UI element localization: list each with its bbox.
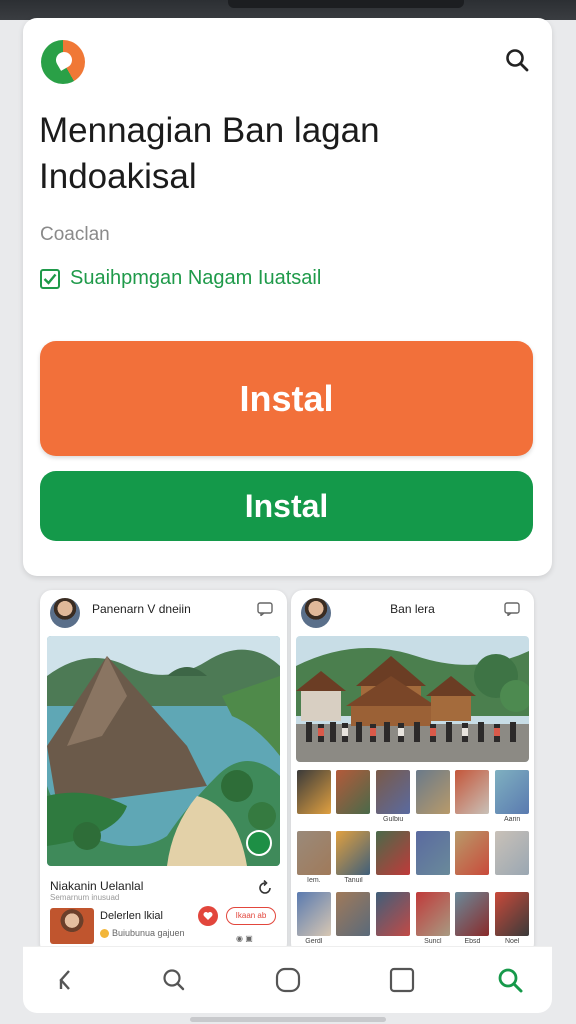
grid-photo-item[interactable]: Ebsd bbox=[455, 892, 491, 947]
avatar[interactable] bbox=[50, 598, 80, 628]
consent-checkbox-row[interactable]: Suaihpmgan Nagam Iuatsail bbox=[40, 267, 321, 290]
page-subtitle: Coaclan bbox=[40, 224, 110, 245]
preview-card-right[interactable]: Ban lera Gulbiu Aarin Iem. Tanuil Gerdl … bbox=[291, 590, 534, 955]
grid-thumbnail bbox=[336, 892, 371, 936]
grid-thumbnail bbox=[376, 892, 411, 936]
island-landscape-image bbox=[47, 636, 280, 866]
card-author: Ban lera bbox=[390, 602, 435, 616]
grid-photo-item[interactable] bbox=[455, 831, 491, 886]
chat-icon[interactable] bbox=[504, 602, 520, 616]
logo-leaf-icon bbox=[53, 49, 75, 71]
search-icon bbox=[506, 49, 529, 72]
like-button[interactable] bbox=[198, 906, 218, 926]
avatar[interactable] bbox=[50, 908, 94, 944]
grid-thumbnail bbox=[455, 892, 490, 936]
nav-back[interactable] bbox=[49, 963, 83, 997]
grid-label: Tanuil bbox=[344, 877, 363, 884]
grid-photo-item[interactable] bbox=[494, 831, 530, 886]
grid-photo-item[interactable]: Suncl bbox=[415, 892, 451, 947]
grid-thumbnail bbox=[376, 770, 411, 814]
grid-thumbnail bbox=[376, 831, 411, 875]
island-photo[interactable] bbox=[47, 636, 280, 866]
card-author: Panenarn V dneiin bbox=[92, 602, 191, 616]
nav-discover[interactable] bbox=[493, 963, 527, 997]
recents-square-icon bbox=[389, 967, 415, 993]
check-icon bbox=[43, 273, 57, 285]
more-icon[interactable]: ◉ ▣ bbox=[236, 934, 253, 943]
grid-thumbnail bbox=[296, 770, 331, 814]
back-icon bbox=[59, 970, 70, 990]
comment-author: Delerlen lkial bbox=[100, 910, 163, 922]
grid-thumbnail bbox=[296, 831, 331, 875]
grid-photo-item[interactable] bbox=[415, 831, 451, 886]
install-primary-button[interactable]: Instal bbox=[40, 341, 533, 456]
comment-row[interactable]: Delerlen lkial Buiubunua gajuen Ikaan ab… bbox=[50, 906, 279, 946]
caption-subtitle: Semarnum inusuad bbox=[50, 893, 120, 902]
nav-recents[interactable] bbox=[385, 963, 419, 997]
card-header: Panenarn V dneiin bbox=[40, 590, 287, 634]
heart-icon bbox=[203, 912, 213, 920]
photo-grid: Gulbiu Aarin Iem. Tanuil Gerdl Suncl Ebsd Noel bbox=[296, 770, 530, 947]
grid-thumbnail bbox=[495, 892, 530, 936]
refresh-icon[interactable] bbox=[257, 880, 273, 896]
grid-thumbnail bbox=[455, 770, 490, 814]
grid-photo-item[interactable] bbox=[415, 770, 451, 825]
grid-thumbnail bbox=[495, 770, 530, 814]
grid-photo-item[interactable] bbox=[336, 892, 372, 947]
grid-label: Suncl bbox=[424, 938, 442, 945]
caption-title: Niakanin Uelanlal bbox=[50, 879, 144, 893]
grid-photo-item[interactable] bbox=[375, 831, 411, 886]
grid-thumbnail bbox=[415, 892, 450, 936]
consent-label: Suaihpmgan Nagam Iuatsail bbox=[70, 267, 322, 289]
grid-photo-item[interactable]: Aarin bbox=[494, 770, 530, 825]
search-outline-icon bbox=[163, 969, 185, 991]
grid-photo-item[interactable]: Noel bbox=[494, 892, 530, 947]
grid-label: Gulbiu bbox=[383, 816, 404, 823]
follow-button[interactable]: Ikaan ab bbox=[226, 907, 276, 925]
grid-thumbnail bbox=[455, 831, 490, 875]
temple-photo[interactable] bbox=[296, 636, 529, 762]
status-notch bbox=[228, 0, 464, 8]
status-bar bbox=[0, 0, 576, 20]
grid-label: Iem. bbox=[307, 877, 321, 884]
preview-card-left[interactable]: Panenarn V dneiin Niakanin Uelanlal Sema… bbox=[40, 590, 287, 955]
install-secondary-button[interactable]: Instal bbox=[40, 471, 533, 541]
grid-photo-item[interactable]: Gerdl bbox=[296, 892, 332, 947]
search-button[interactable] bbox=[501, 44, 533, 76]
chat-icon[interactable] bbox=[257, 602, 273, 616]
nav-home[interactable] bbox=[271, 963, 305, 997]
grid-label: Noel bbox=[504, 938, 520, 945]
grid-photo-item[interactable] bbox=[455, 770, 491, 825]
grid-photo-item[interactable]: Gulbiu bbox=[375, 770, 411, 825]
grid-thumbnail bbox=[336, 831, 371, 875]
grid-thumbnail bbox=[495, 831, 530, 875]
grid-label: Gerdl bbox=[305, 938, 323, 945]
grid-thumbnail bbox=[296, 892, 331, 936]
home-circle-icon bbox=[275, 967, 301, 993]
card-header: Ban lera bbox=[291, 590, 534, 634]
temple-gathering-image bbox=[296, 636, 529, 762]
app-logo bbox=[41, 40, 85, 84]
comment-text: Buiubunua gajuen bbox=[112, 928, 185, 938]
search-active-icon bbox=[498, 968, 523, 993]
photo-action-badge[interactable] bbox=[246, 830, 272, 856]
grid-label: Aarin bbox=[503, 816, 521, 823]
nav-search[interactable] bbox=[157, 963, 191, 997]
app-header-panel: Mennagian Ban lagan Indoakisal Coaclan S… bbox=[23, 18, 552, 576]
grid-thumbnail bbox=[415, 831, 450, 875]
grid-photo-item[interactable] bbox=[375, 892, 411, 947]
home-indicator[interactable] bbox=[190, 1017, 386, 1022]
grid-photo-item[interactable]: Tanuil bbox=[336, 831, 372, 886]
grid-label: Ebsd bbox=[464, 938, 481, 945]
grid-photo-item[interactable] bbox=[296, 770, 332, 825]
grid-thumbnail bbox=[415, 770, 450, 814]
bottom-navigation bbox=[23, 947, 552, 1013]
grid-photo-item[interactable]: Iem. bbox=[296, 831, 332, 886]
page-title: Mennagian Ban lagan Indoakisal bbox=[39, 111, 380, 196]
consent-checkbox[interactable] bbox=[40, 268, 60, 289]
emoji-icon bbox=[100, 929, 109, 938]
grid-thumbnail bbox=[336, 770, 371, 814]
grid-photo-item[interactable] bbox=[336, 770, 372, 825]
